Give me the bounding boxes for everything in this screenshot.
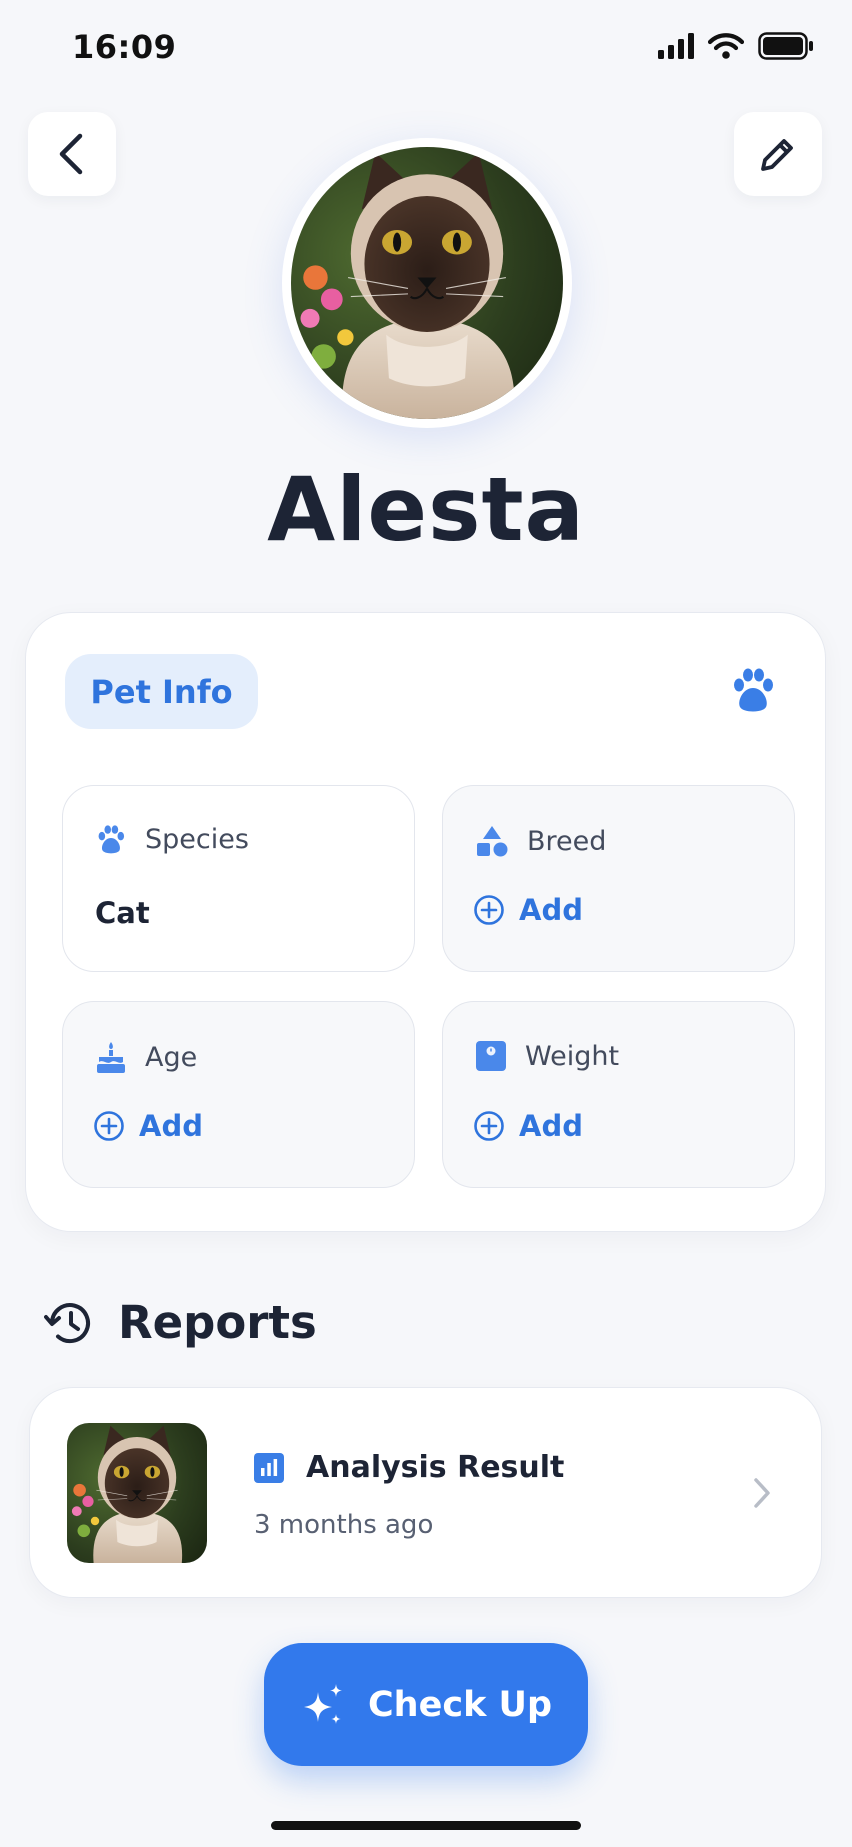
chevron-right-icon bbox=[754, 1478, 770, 1508]
species-tile[interactable]: Species Cat bbox=[62, 785, 415, 972]
species-value: Cat bbox=[95, 896, 150, 930]
pet-info-chip: Pet Info bbox=[65, 654, 258, 729]
plus-circle-icon bbox=[474, 1111, 504, 1141]
weight-label: Weight bbox=[525, 1040, 620, 1072]
check-up-label: Check Up bbox=[367, 1684, 553, 1725]
report-list-item[interactable]: Analysis Result 3 months ago bbox=[29, 1387, 822, 1598]
status-time: 16:09 bbox=[72, 28, 177, 66]
signal-icon bbox=[658, 33, 694, 59]
report-timestamp: 3 months ago bbox=[254, 1510, 434, 1540]
pencil-icon bbox=[761, 139, 793, 171]
age-tile[interactable]: Age Add bbox=[62, 1001, 415, 1188]
report-thumbnail bbox=[67, 1423, 207, 1563]
pet-name: Alesta bbox=[267, 458, 585, 561]
sparkle-icon bbox=[303, 1683, 342, 1724]
pet-info-card: Pet Info Species Cat Breed Add Age Add W… bbox=[25, 612, 826, 1232]
weight-tile[interactable]: Weight Add bbox=[442, 1001, 795, 1188]
plus-circle-icon bbox=[94, 1111, 124, 1141]
cake-icon bbox=[97, 1042, 125, 1073]
reports-header: Reports bbox=[44, 1296, 317, 1349]
home-indicator bbox=[271, 1821, 581, 1830]
age-label: Age bbox=[145, 1041, 198, 1073]
scale-icon bbox=[476, 1041, 506, 1071]
add-weight-button[interactable]: Add bbox=[473, 1109, 583, 1143]
paw-icon bbox=[98, 824, 125, 853]
pet-avatar[interactable] bbox=[282, 138, 572, 428]
shapes-icon bbox=[477, 826, 508, 857]
add-age-label: Add bbox=[139, 1109, 203, 1143]
add-breed-label: Add bbox=[519, 893, 583, 927]
history-icon bbox=[44, 1302, 90, 1343]
pet-profile-screen: 16:09 Alesta Pet Info Species Cat Breed … bbox=[0, 0, 852, 1847]
check-up-button[interactable]: Check Up bbox=[264, 1643, 588, 1766]
paw-icon bbox=[734, 668, 773, 712]
add-weight-label: Add bbox=[519, 1109, 583, 1143]
bar-chart-icon bbox=[254, 1452, 284, 1483]
add-age-button[interactable]: Add bbox=[93, 1109, 203, 1143]
report-title: Analysis Result bbox=[306, 1450, 565, 1485]
species-label: Species bbox=[145, 824, 249, 855]
breed-label: Breed bbox=[527, 825, 607, 857]
wifi-icon bbox=[708, 33, 744, 59]
plus-circle-icon bbox=[474, 895, 504, 925]
breed-tile[interactable]: Breed Add bbox=[442, 785, 795, 972]
battery-icon bbox=[758, 32, 813, 60]
chevron-left-icon bbox=[59, 133, 83, 175]
edit-button[interactable] bbox=[734, 112, 822, 196]
add-breed-button[interactable]: Add bbox=[473, 893, 583, 927]
back-button[interactable] bbox=[28, 112, 116, 196]
pet-photo bbox=[291, 147, 563, 419]
status-icons bbox=[658, 32, 814, 60]
reports-title: Reports bbox=[118, 1296, 317, 1349]
